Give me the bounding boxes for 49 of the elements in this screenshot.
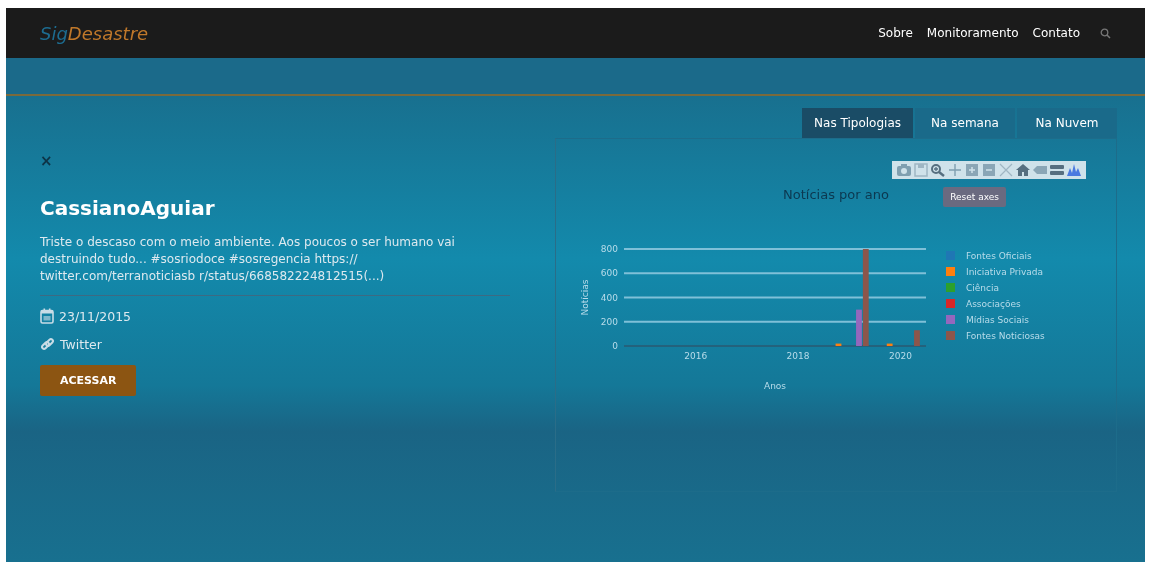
legend-swatch <box>946 299 955 308</box>
legend-label: Iniciativa Privada <box>966 267 1044 277</box>
tick-label: 200 <box>600 316 618 327</box>
bar <box>835 343 842 346</box>
nav-link[interactable]: Monitoramento <box>926 26 1019 40</box>
tag-icon[interactable] <box>1032 163 1048 177</box>
search-icon[interactable] <box>1100 27 1111 39</box>
bar <box>886 343 893 346</box>
bar-chart-icon[interactable] <box>1066 163 1082 177</box>
tick-label: 2018 <box>786 351 810 361</box>
tab[interactable]: Na semana <box>915 108 1015 138</box>
home-icon[interactable] <box>1015 163 1031 177</box>
axis-title: Notícias <box>580 279 590 316</box>
nav-link[interactable]: Sobre <box>878 26 913 40</box>
minus-square-icon[interactable] <box>981 163 997 177</box>
post-date: 23/11/2015 <box>59 308 132 324</box>
legend-label: Mídias Sociais <box>966 315 1029 325</box>
legend-label: Associações <box>966 299 1021 309</box>
tick-label: 400 <box>600 292 618 303</box>
logo-text[interactable]: Desastre <box>67 22 149 44</box>
tick-label: 800 <box>600 244 618 254</box>
access-button[interactable]: ACESSAR <box>40 365 137 396</box>
legend-swatch <box>946 267 955 276</box>
tick-label: 2020 <box>888 351 912 361</box>
legend-label: Fontes Oficiais <box>966 251 1032 261</box>
legend-label: Ciência <box>966 283 999 293</box>
calendar-icon <box>40 308 54 324</box>
tick-label: 0 <box>612 341 618 351</box>
zoom-icon[interactable] <box>930 163 946 177</box>
link-icon <box>40 337 55 352</box>
plus-square-icon[interactable] <box>964 163 980 177</box>
axis-title: Anos <box>763 381 787 391</box>
tab[interactable]: Na Nuvem <box>1017 108 1117 138</box>
tab[interactable]: Nas Tipologias <box>802 108 913 138</box>
bar <box>914 330 920 346</box>
tick-label: 2016 <box>684 351 708 361</box>
legend-swatch <box>946 283 955 292</box>
source-link[interactable]: Twitter <box>60 337 102 352</box>
legend-swatch <box>946 331 955 340</box>
legend-label: Fontes Noticiosas <box>966 331 1045 341</box>
author-name: CassianoAguiar <box>40 196 215 220</box>
camera-icon[interactable] <box>896 163 912 177</box>
nav-link[interactable]: Contato <box>1032 26 1080 40</box>
chart-title: Notícias por ano <box>783 187 889 202</box>
tick-label: 600 <box>600 268 618 279</box>
bars-icon[interactable] <box>1049 163 1065 177</box>
post-text: Triste o descaso com o meio ambiente. Aos poucos o ser humano vai destruindo tudo... #sosriodoce #sosregencia https:// twitter.com/terranoticiasb r/status/668582224812515(...) <box>40 234 456 285</box>
legend-swatch <box>946 315 955 324</box>
tooltip: Reset axes <box>943 187 1006 207</box>
